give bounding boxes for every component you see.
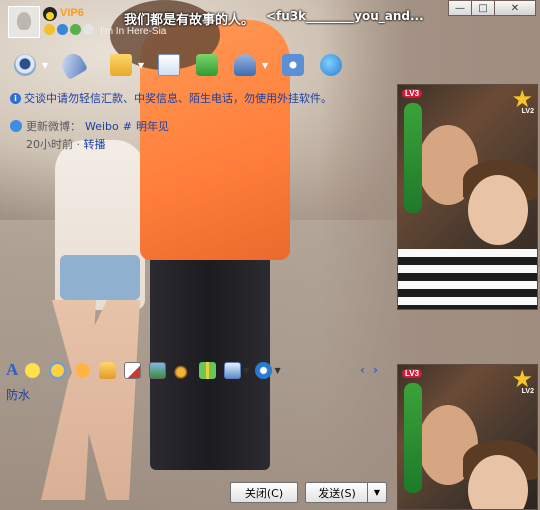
settings-icon[interactable] — [280, 52, 306, 78]
security-notice: i 交谈中请勿轻信汇款、中奖信息、陌生电话，勿使用外挂软件。 — [10, 90, 332, 106]
christmas-tree-icon — [404, 103, 422, 213]
weibo-forward-link[interactable]: 转播 — [84, 138, 106, 151]
soso-icon[interactable] — [255, 361, 273, 379]
font-button[interactable]: A — [6, 360, 18, 380]
contact-show-photo[interactable]: LV3 ★ LV2 — [397, 84, 538, 310]
info-icon: i — [10, 92, 21, 104]
mail-icon[interactable] — [156, 52, 182, 78]
fangshui-text: 防水 — [6, 388, 31, 402]
window-controls: — □ ✕ — [448, 0, 536, 16]
microphone-icon[interactable] — [57, 49, 89, 81]
weibo-icon — [10, 120, 22, 132]
game-icon[interactable] — [70, 24, 81, 35]
weibo-content[interactable]: 明年见 — [136, 118, 169, 134]
send-options-chevron-icon[interactable]: ▼ — [367, 482, 387, 503]
toolbar-scroll-arrows: ‹ › — [360, 363, 378, 377]
title-bar: VIP6 我们都是有故事的人。 <fu3k________you_and... … — [0, 0, 540, 44]
magic-emoticon-icon[interactable] — [49, 361, 67, 379]
graffiti-icon[interactable] — [124, 361, 142, 379]
christmas-tree-icon — [404, 383, 422, 493]
gift-icon[interactable] — [199, 361, 217, 379]
add-app-icon[interactable] — [194, 52, 220, 78]
my-show-photo[interactable]: LV3 ★ LV2 — [397, 364, 538, 510]
app-icon[interactable] — [83, 24, 94, 35]
weibo-update-label: 更新微博： — [26, 120, 81, 133]
weibo-time: 20小时前 — [26, 138, 73, 151]
chevron-down-icon[interactable]: ▼ — [42, 61, 50, 70]
music-icon[interactable] — [174, 361, 192, 379]
user-card-icon[interactable] — [232, 52, 258, 78]
weibo-hash: # — [122, 119, 132, 133]
star-level-label: LV2 — [521, 388, 534, 395]
close-window-button[interactable]: ✕ — [494, 0, 536, 16]
folder-icon[interactable] — [108, 52, 134, 78]
close-button[interactable]: 关闭(C) — [230, 482, 298, 503]
qq-chat-window: VIP6 我们都是有故事的人。 <fu3k________you_and... … — [0, 0, 540, 510]
sun-icon[interactable] — [44, 24, 55, 35]
chevron-down-icon[interactable]: ▼ — [138, 61, 146, 70]
send-button[interactable]: 发送(S) — [305, 482, 368, 503]
webcam-icon[interactable] — [12, 52, 38, 78]
weibo-update: 更新微博： Weibo # 明年见 — [10, 118, 169, 134]
level-badge: LV3 — [402, 89, 423, 98]
qq-penguin-icon — [43, 7, 57, 21]
qzone-icon[interactable] — [57, 24, 68, 35]
vip-badge[interactable]: VIP6 — [60, 7, 84, 19]
security-notice-text: 交谈中请勿轻信汇款、中奖信息、陌生电话，勿使用外挂软件。 — [24, 92, 332, 105]
contact-alias: <fu3k________you_and... — [266, 9, 424, 23]
status-icons — [44, 24, 94, 35]
image-icon[interactable] — [149, 361, 167, 379]
weibo-user-link[interactable]: Weibo — [85, 120, 119, 133]
contact-avatar[interactable] — [8, 6, 40, 38]
chat-toolbar: ▼ ▼ ▼ ▼ — [12, 49, 348, 81]
scroll-left-icon[interactable]: ‹ — [360, 363, 365, 377]
maximize-button[interactable]: □ — [471, 0, 495, 16]
level-badge: LV3 — [402, 369, 423, 378]
star-level-label: LV2 — [521, 108, 534, 115]
contact-signature: I'm In Here-Sia — [100, 26, 167, 37]
nudge-icon[interactable] — [74, 361, 92, 379]
chevron-down-icon[interactable]: ▼ — [274, 366, 280, 375]
chevron-down-icon[interactable]: ▼ — [262, 61, 270, 70]
input-format-toolbar: A ▼ ▼ — [6, 360, 287, 380]
screenshot-icon[interactable] — [224, 361, 242, 379]
thumb-icon[interactable] — [99, 361, 117, 379]
minimize-button[interactable]: — — [448, 0, 472, 16]
share-icon[interactable] — [318, 52, 344, 78]
chevron-down-icon[interactable]: ▼ — [243, 366, 249, 375]
scroll-right-icon[interactable]: › — [373, 363, 378, 377]
weibo-meta: 20小时前 · 转播 — [26, 138, 106, 151]
emoticon-icon[interactable] — [24, 361, 42, 379]
